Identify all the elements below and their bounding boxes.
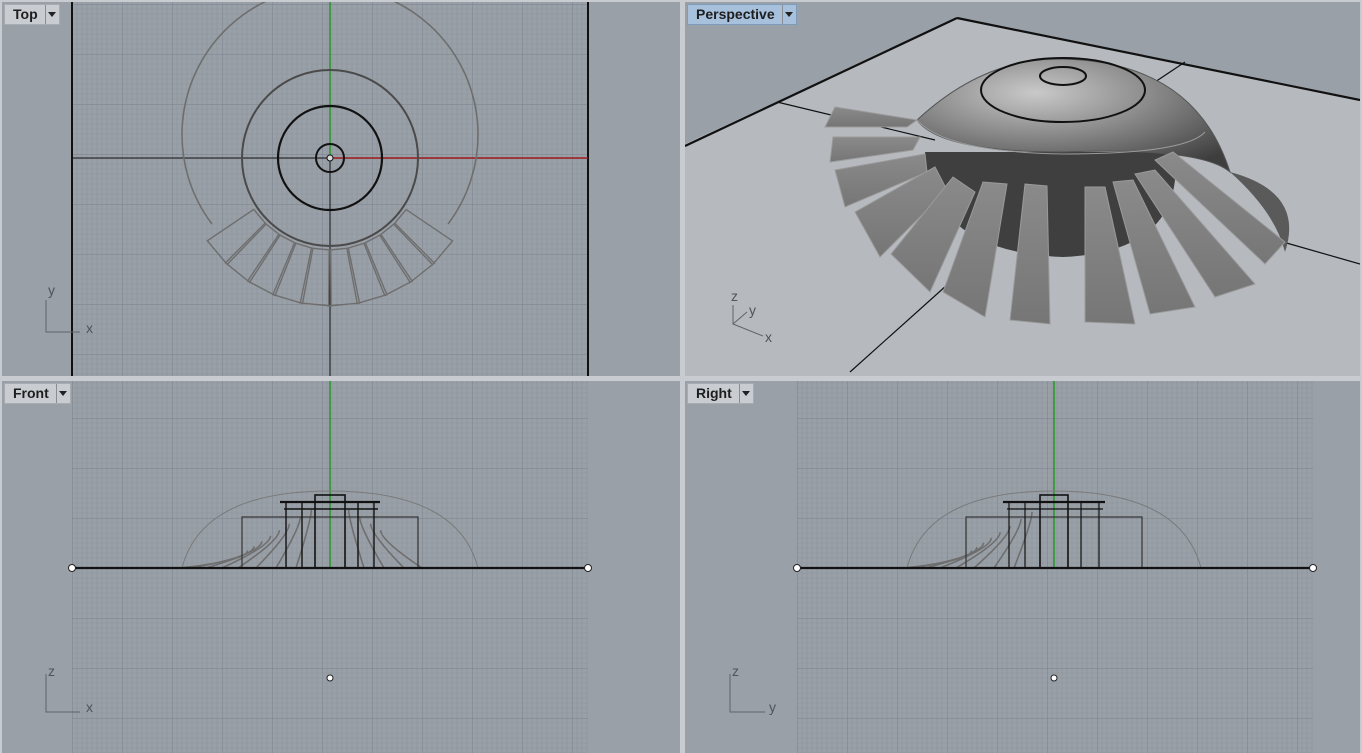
right-view-canvas[interactable]	[685, 381, 1360, 753]
axis-label-z: z	[48, 663, 55, 679]
axis-label-y: y	[48, 282, 55, 298]
viewport-title[interactable]: Right	[688, 384, 739, 403]
chevron-down-icon[interactable]	[738, 384, 753, 403]
perspective-view-canvas[interactable]	[685, 2, 1360, 376]
control-point-origin[interactable]	[1050, 674, 1058, 682]
top-view-canvas[interactable]	[2, 2, 680, 376]
viewport-title[interactable]: Perspective	[688, 5, 782, 24]
chevron-down-icon[interactable]	[781, 5, 796, 24]
origin-point[interactable]	[326, 154, 334, 162]
control-point-origin[interactable]	[326, 674, 334, 682]
axis-label-z: z	[731, 288, 738, 304]
axis-label-y: y	[749, 302, 756, 318]
viewport-front[interactable]: z x Front	[2, 381, 680, 753]
axis-icon	[729, 674, 765, 713]
chevron-down-icon[interactable]	[44, 5, 59, 24]
control-point-right[interactable]	[584, 564, 592, 572]
viewport-tab-top[interactable]: Top	[4, 4, 60, 25]
axis-label-z: z	[732, 663, 739, 679]
viewport-title[interactable]: Top	[5, 5, 45, 24]
control-point-left[interactable]	[68, 564, 76, 572]
axis-label-y: y	[769, 699, 776, 715]
viewport-title[interactable]: Front	[5, 384, 56, 403]
front-view-canvas[interactable]	[2, 381, 680, 753]
control-point-right[interactable]	[1309, 564, 1317, 572]
axis-label-x: x	[86, 699, 93, 715]
axis-label-x: x	[86, 320, 93, 336]
viewport-tab-perspective[interactable]: Perspective	[687, 4, 797, 25]
viewport-top[interactable]: y x Top	[2, 2, 680, 376]
viewport-tab-right[interactable]: Right	[687, 383, 754, 404]
viewport-right[interactable]: z y Right	[685, 381, 1360, 753]
chevron-down-icon[interactable]	[55, 384, 70, 403]
control-point-left[interactable]	[793, 564, 801, 572]
viewport-perspective[interactable]: z y x Perspective	[685, 2, 1360, 376]
viewport-tab-front[interactable]: Front	[4, 383, 71, 404]
axis-label-x: x	[765, 329, 772, 345]
